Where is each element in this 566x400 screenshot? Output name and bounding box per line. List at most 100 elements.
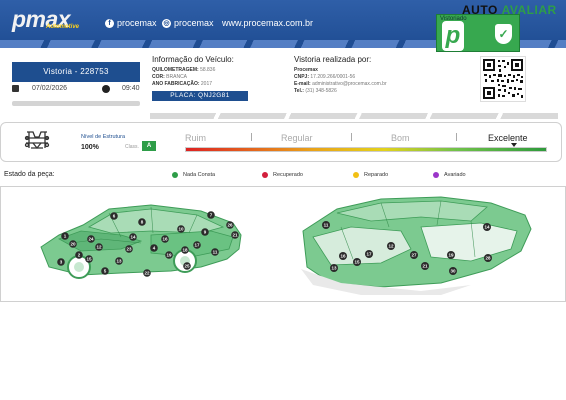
part-badge[interactable]: 6 <box>110 212 118 220</box>
legend-item: Nada Consta <box>172 172 215 178</box>
svg-text:15: 15 <box>86 257 92 262</box>
facebook-icon: f <box>105 18 114 28</box>
part-badge[interactable]: 11 <box>322 221 330 229</box>
part-badge[interactable]: 3 <box>57 258 65 266</box>
car-diagram-svg: 1 2 3 4 5 6 7 8 9 10 11 12 13 14 15 16 1… <box>40 196 532 295</box>
svg-text:21: 21 <box>422 264 428 269</box>
legend-item: Reparado <box>353 172 388 178</box>
part-badge[interactable]: 8 <box>138 218 146 226</box>
vehicle-mileage: QUILOMETRAGEM: 58.836 <box>152 67 215 73</box>
svg-text:24: 24 <box>88 237 94 242</box>
part-badge[interactable]: 26 <box>226 221 234 229</box>
svg-text:15: 15 <box>354 260 360 265</box>
part-badge[interactable]: 10 <box>177 225 185 233</box>
legend-label: Nada Consta <box>183 172 216 178</box>
legend-item: Avariado <box>433 172 466 178</box>
part-badge[interactable]: 19 <box>165 251 173 259</box>
instagram-handle: procemax <box>174 18 214 28</box>
year-value: 2017 <box>200 81 213 87</box>
facebook-handle: procemax <box>117 18 157 28</box>
svg-text:28: 28 <box>485 256 491 261</box>
legend-label: Avariado <box>444 172 466 178</box>
part-badge[interactable]: 15 <box>85 255 93 263</box>
svg-text:19: 19 <box>448 253 454 258</box>
part-badge[interactable]: 1 <box>61 232 69 240</box>
part-badge[interactable]: 22 <box>143 269 151 277</box>
vehicle-year: ANO FABRICAÇÃO: 2017 <box>152 81 212 87</box>
email-label: E-mail: <box>294 81 311 87</box>
scale-label-excelente: Excelente <box>488 133 528 143</box>
qr-code[interactable] <box>480 56 526 102</box>
svg-text:27: 27 <box>411 253 417 258</box>
part-badge[interactable]: 2 <box>75 251 83 259</box>
instagram-icon: ◎ <box>162 18 171 28</box>
structure-panel: Nível de Estrutura 100% Class. A Ruim Re… <box>0 122 562 162</box>
part-badge[interactable]: 14 <box>129 233 137 241</box>
phone-label: Tel.: <box>294 88 304 94</box>
part-badge[interactable]: 30 <box>449 267 457 275</box>
scale-label-bom: Bom <box>391 133 410 143</box>
email-value[interactable]: administrativo@procemax.com.br <box>312 81 387 87</box>
part-badge[interactable]: 17 <box>365 250 373 258</box>
legend-item: Recuperado <box>262 172 303 178</box>
svg-text:11: 11 <box>213 250 218 255</box>
part-badge[interactable]: 13 <box>330 264 338 272</box>
part-badge[interactable]: 28 <box>484 254 492 262</box>
part-badge[interactable]: 21 <box>421 262 429 270</box>
part-badge[interactable]: 13 <box>115 257 123 265</box>
inspector-email: E-mail: administrativo@procemax.com.br <box>294 81 387 87</box>
vistoria-time: 09:40 <box>122 85 140 92</box>
part-badge[interactable]: 12 <box>387 242 395 250</box>
part-badge[interactable]: 15 <box>353 258 361 266</box>
part-badge[interactable]: 23 <box>125 245 133 253</box>
part-badge[interactable]: 18 <box>181 246 189 254</box>
website-link[interactable]: www.procemax.com.br <box>222 18 313 28</box>
chassis-frame-icon <box>24 131 50 150</box>
part-badge[interactable]: 20 <box>69 240 77 248</box>
cnpj-value: 17.209.266/0001-56 <box>310 74 356 80</box>
vistoriado-seal: Vistoriado p ✓ <box>436 14 520 52</box>
legend-label: Recuperado <box>273 172 303 178</box>
part-badge[interactable]: 12 <box>95 243 103 251</box>
part-badge[interactable]: 19 <box>447 251 455 259</box>
part-state-title: Estado da peça: <box>4 171 55 178</box>
part-badge[interactable]: 16 <box>339 252 347 260</box>
inspector-phone: Tel.: (31) 348-5826 <box>294 88 337 94</box>
part-badge[interactable]: 4 <box>150 244 158 252</box>
structure-level-label: Nível de Estrutura <box>81 134 126 140</box>
grade-badge: A <box>142 141 156 151</box>
part-badge[interactable]: 11 <box>211 248 219 256</box>
part-badge[interactable]: 21 <box>231 231 239 239</box>
color-value: BRANCA <box>166 74 188 80</box>
clock-icon <box>102 85 110 93</box>
date-time-row: 07/02/2026 09:40 <box>12 85 140 95</box>
cnpj-label: CNPJ: <box>294 74 310 80</box>
part-badge[interactable]: 5 <box>101 267 109 275</box>
facebook-link[interactable]: f procemax <box>105 18 157 28</box>
part-badge[interactable]: 27 <box>410 251 418 259</box>
part-badge[interactable]: 24 <box>87 235 95 243</box>
seal-p-icon: p <box>442 21 464 51</box>
car-body-diagram-panel: 1 2 3 4 5 6 7 8 9 10 11 12 13 14 15 16 1… <box>0 186 566 302</box>
svg-text:26: 26 <box>227 223 233 228</box>
inspector-title: Vistoria realizada por: <box>294 55 372 64</box>
year-label: ANO FABRICAÇÃO: <box>152 81 200 87</box>
instagram-link[interactable]: ◎ procemax <box>162 18 214 28</box>
svg-text:21: 21 <box>232 233 238 238</box>
svg-text:30: 30 <box>450 269 456 274</box>
part-badge[interactable]: 25 <box>183 262 191 270</box>
svg-text:14: 14 <box>484 225 490 230</box>
svg-text:25: 25 <box>184 264 190 269</box>
svg-text:19: 19 <box>166 253 172 258</box>
part-badge[interactable]: 7 <box>207 211 215 219</box>
scale-label-ruim: Ruim <box>185 133 207 143</box>
svg-text:17: 17 <box>194 243 200 248</box>
part-badge[interactable]: 9 <box>201 228 209 236</box>
svg-text:13: 13 <box>116 259 122 264</box>
vehicle-color: COR: BRANCA <box>152 74 187 80</box>
part-badge[interactable]: 16 <box>161 235 169 243</box>
vistoria-id-box: Vistoria - 228753 <box>12 62 140 82</box>
vehicle-info-title: Informação do Veículo: <box>152 55 234 64</box>
part-badge[interactable]: 17 <box>193 241 201 249</box>
part-badge[interactable]: 14 <box>483 223 491 231</box>
